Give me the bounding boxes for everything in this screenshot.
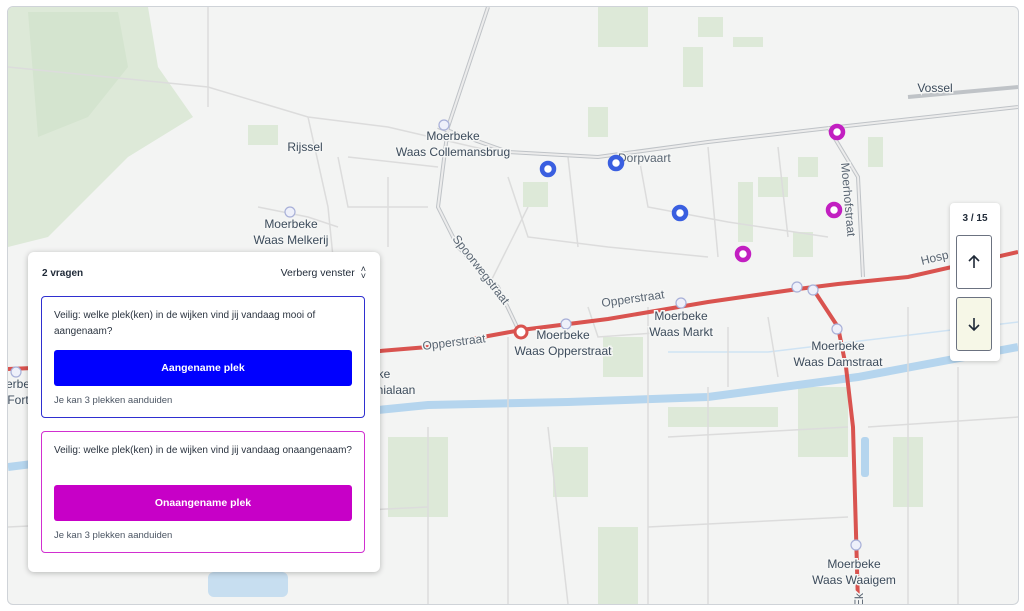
pleasant-place-button[interactable]: Aangename plek <box>54 350 352 386</box>
stop-opperstraat-icon <box>513 324 529 340</box>
unpleasant-marker[interactable] <box>734 245 752 263</box>
question-pager: 3 / 15 <box>950 203 1000 361</box>
question-card-pleasant: Veilig: welke plek(ken) in de wijken vin… <box>41 296 365 418</box>
place-markt-1: Moerbeke <box>654 309 708 323</box>
pager-count: 3 / 15 <box>962 213 988 224</box>
place-collemansbrug-2: Waas Collemansbrug <box>396 145 510 159</box>
label-fragment-left-1: erbe <box>8 377 30 391</box>
previous-button[interactable] <box>956 235 992 289</box>
unpleasant-marker[interactable] <box>825 201 843 219</box>
place-rijssel: Rijssel <box>287 140 322 154</box>
place-waaigem-2: Waas Waaigem <box>812 573 896 587</box>
secondary-roads <box>435 7 1018 330</box>
place-opperstraat-2: Waas Opperstraat <box>515 344 613 358</box>
arrow-up-icon <box>968 254 980 268</box>
road-dorpvaart: Dorpvaart <box>618 151 671 165</box>
next-button[interactable] <box>956 297 992 351</box>
question-card-unpleasant: Veilig: welke plek(ken) in de wijken vin… <box>41 431 365 553</box>
panel-header: 2 vragen Verberg venster ˄ ˅ <box>42 264 366 286</box>
unpleasant-place-button[interactable]: Onaangename plek <box>54 485 352 521</box>
hide-window-label: Verberg venster <box>280 267 355 279</box>
question-text: Veilig: welke plek(ken) in de wijken vin… <box>54 445 352 456</box>
place-damstraat-1: Moerbeke <box>811 339 865 353</box>
pleasant-marker[interactable] <box>539 160 557 178</box>
question-panel: 2 vragen Verberg venster ˄ ˅ Veilig: welk… <box>28 252 380 572</box>
label-fragment-left-2: Fort <box>8 393 29 407</box>
place-melkerij-1: Moerbeke <box>264 217 318 231</box>
pleasant-marker[interactable] <box>671 204 689 222</box>
question-count: 2 vragen <box>42 268 84 279</box>
road-hosp: Hosp <box>919 247 950 267</box>
road-ek: Ek <box>852 592 866 604</box>
road-opperstraat-2: Opperstraat <box>600 287 665 310</box>
place-markt-2: Waas Markt <box>649 325 713 339</box>
arrow-down-icon <box>968 318 980 332</box>
map-frame: Moerbeke Waas Collemansbrug Rijssel Moer… <box>7 6 1019 605</box>
chevron-up-down-icon: ˄ ˅ <box>360 264 366 281</box>
hide-window-button[interactable]: Verberg venster ˄ ˅ <box>280 264 366 281</box>
place-damstraat-2: Waas Damstraat <box>794 355 884 369</box>
pleasant-marker[interactable] <box>607 154 625 172</box>
road-opperstraat-1: Opperstraat <box>422 331 487 353</box>
question-hint: Je kan 3 plekken aanduiden <box>54 395 173 406</box>
question-text: Veilig: welke plek(ken) in de wijken vin… <box>54 310 316 337</box>
road-spoorwegstraat: Spoorwegstraat <box>450 232 513 307</box>
place-vossel: Vossel <box>917 81 952 95</box>
place-opperstraat-1: Moerbeke <box>536 328 590 342</box>
place-waaigem-1: Moerbeke <box>827 557 881 571</box>
place-melkerij-2: Waas Melkerij <box>254 233 329 247</box>
label-fragment-under-panel-2: nialaan <box>377 383 416 397</box>
secondary-roads-inner <box>436 7 1018 330</box>
question-hint: Je kan 3 plekken aanduiden <box>54 530 173 541</box>
place-collemansbrug-1: Moerbeke <box>426 129 480 143</box>
unpleasant-marker[interactable] <box>828 123 846 141</box>
